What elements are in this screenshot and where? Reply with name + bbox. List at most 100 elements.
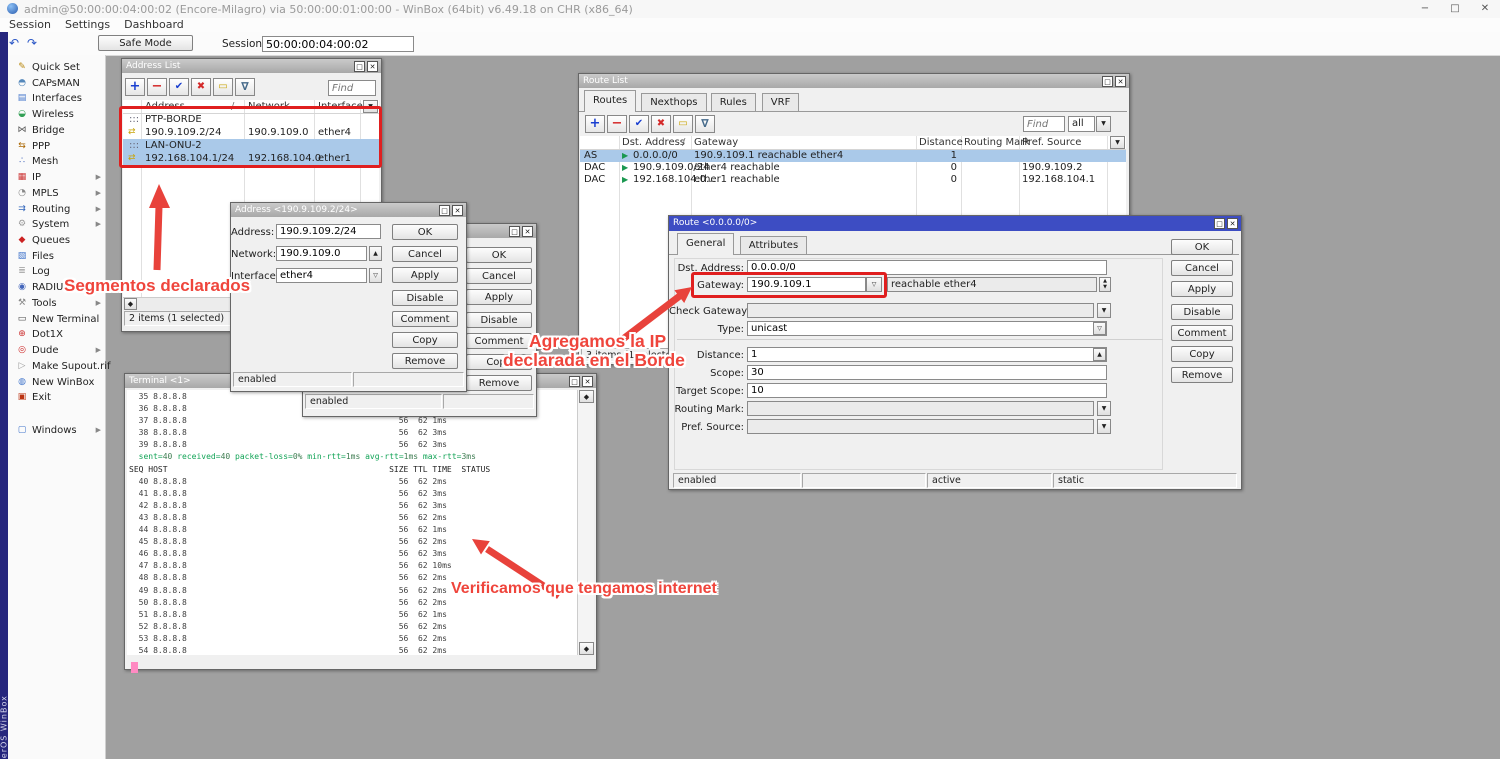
scrollbar[interactable]: ◆ ◆ (577, 390, 594, 655)
sidebar-item-interfaces[interactable]: ▤Interfaces (8, 91, 105, 106)
address-list-titlebar[interactable]: Address List □ ✕ (122, 59, 381, 73)
network-field[interactable] (276, 246, 367, 261)
sidebar-item-files[interactable]: ▧Files (8, 249, 105, 264)
disable-icon[interactable]: ✖ (191, 78, 211, 96)
column-header-distance[interactable]: Distance (919, 136, 963, 149)
column-header-dst-address[interactable]: Dst. Address (622, 136, 685, 149)
ok-button[interactable]: OK (392, 224, 458, 240)
apply-button[interactable]: Apply (1171, 281, 1233, 297)
terminal-screen[interactable]: 35 8.8.8.8 36 8.8.8.8 37 8.8.8.8 56 62 1… (127, 390, 577, 655)
menu-dashboard[interactable]: Dashboard (117, 18, 191, 32)
dropdown-icon[interactable]: ▼ (1097, 419, 1111, 434)
comment-icon[interactable]: ▭ (213, 78, 233, 96)
tab-routes[interactable]: Routes (584, 90, 636, 112)
column-header-routing-mark[interactable]: Routing Mark (964, 136, 1030, 149)
close-icon[interactable]: ✕ (1227, 218, 1238, 229)
maximize-icon[interactable]: □ (569, 376, 580, 387)
copy-button[interactable]: Copy (1171, 346, 1233, 362)
maximize-icon[interactable]: □ (1440, 0, 1470, 18)
sidebar-item-ip[interactable]: ▦IP▶ (8, 170, 105, 185)
close-icon[interactable]: ✕ (522, 226, 533, 237)
disable-icon[interactable]: ✖ (651, 115, 671, 133)
remove-button[interactable]: Remove (392, 353, 458, 369)
find-input[interactable] (1023, 116, 1065, 132)
enable-icon[interactable]: ✔ (629, 115, 649, 133)
menu-settings[interactable]: Settings (58, 18, 117, 32)
route-row[interactable]: AS▶0.0.0.0/0190.9.109.1 reachable ether4… (580, 150, 1126, 162)
dropdown-icon[interactable]: ▽ (1093, 322, 1106, 335)
minimize-icon[interactable]: − (1410, 0, 1440, 18)
disable-button[interactable]: Disable (1171, 304, 1233, 320)
comment-button[interactable]: Comment (466, 333, 532, 349)
maximize-icon[interactable]: □ (1214, 218, 1225, 229)
remove-button[interactable]: Remove (1171, 367, 1233, 383)
sidebar-item-windows[interactable]: ▢Windows▶ (8, 423, 105, 438)
sidebar-item-queues[interactable]: ◆Queues (8, 233, 105, 248)
find-input[interactable] (328, 80, 376, 96)
tab-nexthops[interactable]: Nexthops (641, 93, 706, 111)
filter-icon[interactable]: ∇ (235, 78, 255, 96)
tab-general[interactable]: General (677, 233, 734, 255)
maximize-icon[interactable]: □ (509, 226, 520, 237)
undo-icon[interactable]: ↶ (6, 35, 22, 51)
close-icon[interactable]: ✕ (452, 205, 463, 216)
dropdown-icon[interactable]: ▽ (369, 268, 382, 283)
disable-button[interactable]: Disable (392, 290, 458, 306)
scroll-left-icon[interactable]: ◆ (124, 298, 137, 310)
tab-attributes[interactable]: Attributes (740, 236, 807, 254)
remove-icon[interactable]: − (147, 78, 167, 96)
maximize-icon[interactable]: □ (1102, 76, 1113, 87)
column-header-pref-source[interactable]: Pref. Source (1022, 136, 1081, 149)
routing-mark-field[interactable] (747, 401, 1094, 416)
scroll-down-icon[interactable]: ◆ (579, 642, 594, 655)
sidebar-item-ppp[interactable]: ⇆PPP (8, 139, 105, 154)
sidebar-item-mesh[interactable]: ∴Mesh (8, 154, 105, 169)
sidebar-item-quick-set[interactable]: ✎Quick Set (8, 60, 105, 75)
sidebar-item-new-winbox[interactable]: ◍New WinBox (8, 375, 105, 390)
sidebar-item-make-supout-rif[interactable]: ▷Make Supout.rif (8, 359, 105, 374)
remove-button[interactable]: Remove (466, 375, 532, 391)
route-dialog-titlebar[interactable]: Route <0.0.0.0/0> □ ✕ (669, 216, 1241, 231)
sidebar-item-routing[interactable]: ⇉Routing▶ (8, 202, 105, 217)
add-icon[interactable]: + (125, 78, 145, 96)
apply-button[interactable]: Apply (392, 267, 458, 283)
column-chooser-icon[interactable]: ▼ (1110, 136, 1125, 149)
remove-icon[interactable]: − (607, 115, 627, 133)
copy-button[interactable]: Copy (392, 332, 458, 348)
close-icon[interactable]: ✕ (367, 61, 378, 72)
route-row[interactable]: DAC▶192.168.104.0...ether1 reachable0192… (580, 174, 1126, 186)
spinner-up-icon[interactable]: ▲ (1093, 348, 1106, 361)
disable-button[interactable]: Disable (466, 312, 532, 328)
target-scope-field[interactable] (747, 383, 1107, 398)
safe-mode-button[interactable]: Safe Mode (98, 35, 193, 51)
sidebar-item-dot1x[interactable]: ⊕Dot1X (8, 327, 105, 342)
session-input[interactable] (262, 36, 414, 52)
filter-icon[interactable]: ∇ (695, 115, 715, 133)
sidebar-item-capsman[interactable]: ◓CAPsMAN (8, 76, 105, 91)
apply-button[interactable]: Apply (466, 289, 532, 305)
add-icon[interactable]: + (585, 115, 605, 133)
scroll-up-icon[interactable]: ◆ (579, 390, 594, 403)
type-field[interactable] (747, 321, 1107, 336)
sidebar-item-tools[interactable]: ⚒Tools▶ (8, 296, 105, 311)
close-icon[interactable]: ✕ (1115, 76, 1126, 87)
comment-button[interactable]: Comment (392, 311, 458, 327)
ok-button[interactable]: OK (466, 247, 532, 263)
tab-vrf[interactable]: VRF (762, 93, 800, 111)
cancel-button[interactable]: Cancel (466, 268, 532, 284)
interface-field[interactable] (276, 268, 367, 283)
updown-spinner-icon[interactable]: ▲▼ (1099, 277, 1111, 292)
sidebar-item-dude[interactable]: ◎Dude▶ (8, 343, 105, 358)
filter-scope-select[interactable]: all (1068, 116, 1095, 132)
redo-icon[interactable]: ↷ (24, 35, 40, 51)
maximize-icon[interactable]: □ (439, 205, 450, 216)
tab-rules[interactable]: Rules (711, 93, 756, 111)
sidebar-item-wireless[interactable]: ◒Wireless (8, 107, 105, 122)
distance-field[interactable] (747, 347, 1107, 362)
comment-icon[interactable]: ▭ (673, 115, 693, 133)
spinner-up-icon[interactable]: ▲ (369, 246, 382, 261)
comment-button[interactable]: Comment (1171, 325, 1233, 341)
maximize-icon[interactable]: □ (354, 61, 365, 72)
route-row[interactable]: DAC▶190.9.109.0/24ether4 reachable0190.9… (580, 162, 1126, 174)
enable-icon[interactable]: ✔ (169, 78, 189, 96)
